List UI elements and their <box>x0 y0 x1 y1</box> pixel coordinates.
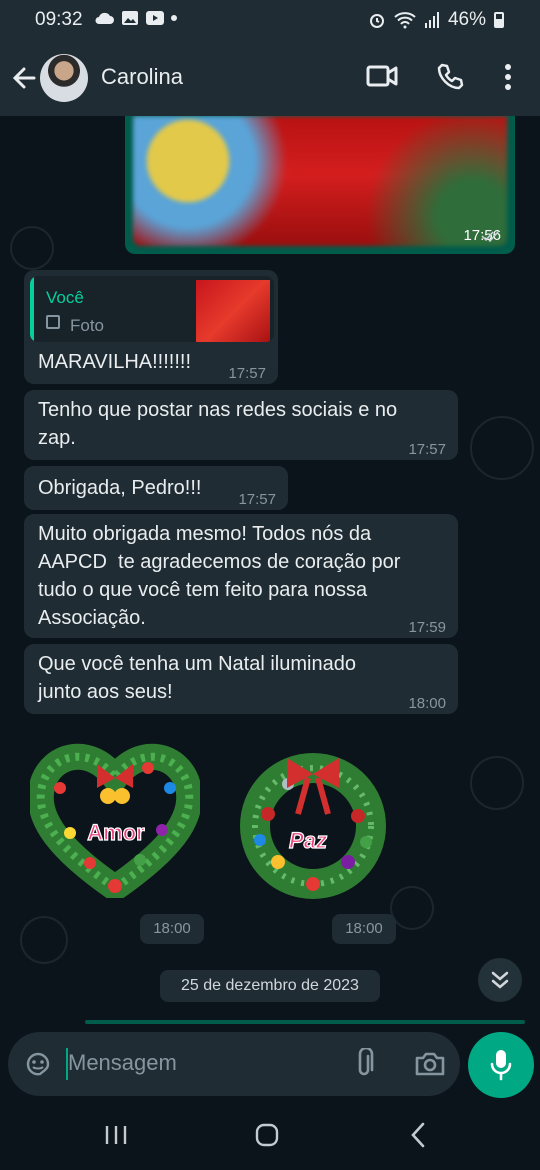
message-time: 17:57 <box>408 441 446 458</box>
battery-percent: 46% <box>447 9 486 30</box>
cloud-icon <box>95 12 114 24</box>
background-doodle <box>20 916 68 964</box>
notification-dot-icon <box>171 15 177 21</box>
recent-apps-icon[interactable] <box>104 1124 128 1146</box>
message-bubble[interactable]: Obrigada, Pedro!!! 17:57 <box>24 466 288 510</box>
gallery-icon <box>122 11 138 25</box>
message-bubble[interactable]: Muito obrigada mesmo! Todos nós da AAPCD… <box>24 514 458 638</box>
message-composer[interactable]: Mensagem <box>8 1032 460 1096</box>
message-text-line: AAPCD te agradecemos de coração por <box>38 551 401 573</box>
status-bar: 09:32 46% <box>0 0 540 40</box>
message-text-line: Que você tenha um Natal iluminado <box>38 653 356 675</box>
message-bubble-reply[interactable]: Você Foto MARAVILHA!!!!!!! 17:57 <box>24 270 278 384</box>
message-text-line: tudo o que você tem feito para nossa <box>38 579 368 601</box>
message-time: 17:59 <box>408 619 446 636</box>
message-text-line: Muito obrigada mesmo! Todos nós da <box>38 523 372 545</box>
voice-message-button[interactable] <box>468 1032 534 1098</box>
message-time: 17:57 <box>238 491 276 508</box>
message-input[interactable]: Mensagem <box>68 1050 177 1076</box>
double-chevron-down-icon <box>491 971 509 989</box>
chat-area[interactable]: 17:56 Você Foto MARAVILHA!!!!!!! 17:57 T… <box>0 116 540 1026</box>
status-time: 09:32 <box>35 9 83 30</box>
quoted-message[interactable]: Você Foto <box>30 276 274 342</box>
camera-icon[interactable] <box>414 1050 446 1078</box>
quoted-thumbnail <box>196 280 270 342</box>
scroll-to-bottom-button[interactable] <box>478 958 522 1002</box>
wifi-icon <box>394 12 416 29</box>
heart-wreath-sticker[interactable]: Amor <box>30 738 200 898</box>
background-doodle <box>470 756 524 810</box>
message-text-line: junto aos seus! <box>38 681 173 703</box>
back-arrow-icon[interactable] <box>10 62 38 94</box>
home-icon[interactable] <box>255 1123 279 1147</box>
message-bubble[interactable]: Tenho que postar nas redes sociais e no … <box>24 390 458 460</box>
sent-image-message[interactable]: 17:56 <box>125 116 515 254</box>
message-bubble[interactable]: Que você tenha um Natal iluminado junto … <box>24 644 458 714</box>
progress-indicator <box>85 1020 525 1024</box>
back-nav-icon[interactable] <box>410 1122 426 1148</box>
contact-name[interactable]: Carolina <box>101 64 183 90</box>
message-text-line: zap. <box>38 427 76 449</box>
blurred-image[interactable] <box>133 116 507 246</box>
signal-icon <box>424 12 439 28</box>
battery-icon <box>494 12 504 28</box>
quoted-author: Você <box>46 288 84 307</box>
system-navigation-bar <box>0 1100 540 1170</box>
microphone-icon <box>490 1050 512 1081</box>
sticker-time: 18:00 <box>140 914 204 944</box>
sticker-emoji-icon[interactable] <box>24 1050 52 1078</box>
photo-icon <box>46 315 60 329</box>
more-options-icon[interactable] <box>502 62 514 92</box>
sticker-label: Paz <box>289 828 327 853</box>
voice-call-icon[interactable] <box>436 62 464 92</box>
message-time: 17:57 <box>228 365 266 382</box>
message-text: Obrigada, Pedro!!! <box>38 477 202 499</box>
message-time: 18:00 <box>408 695 446 712</box>
background-doodle <box>10 226 54 270</box>
message-text-line: Tenho que postar nas redes sociais e no <box>38 399 398 421</box>
date-separator: 25 de dezembro de 2023 <box>160 970 380 1002</box>
video-call-icon[interactable] <box>366 62 398 90</box>
quoted-type: Foto <box>70 316 105 335</box>
message-text: MARAVILHA!!!!!!! <box>38 351 191 373</box>
background-doodle <box>470 416 534 480</box>
alarm-icon <box>369 14 384 28</box>
attach-clip-icon[interactable] <box>354 1048 374 1080</box>
sticker-label: Amor <box>87 820 145 845</box>
message-text-line: Associação. <box>38 607 146 629</box>
sticker-time: 18:00 <box>332 914 396 944</box>
round-wreath-sticker[interactable]: Paz <box>228 744 398 906</box>
chat-header: Carolina <box>0 40 540 116</box>
youtube-icon <box>146 11 164 25</box>
contact-avatar[interactable] <box>40 54 88 102</box>
double-check-icon <box>481 231 499 242</box>
